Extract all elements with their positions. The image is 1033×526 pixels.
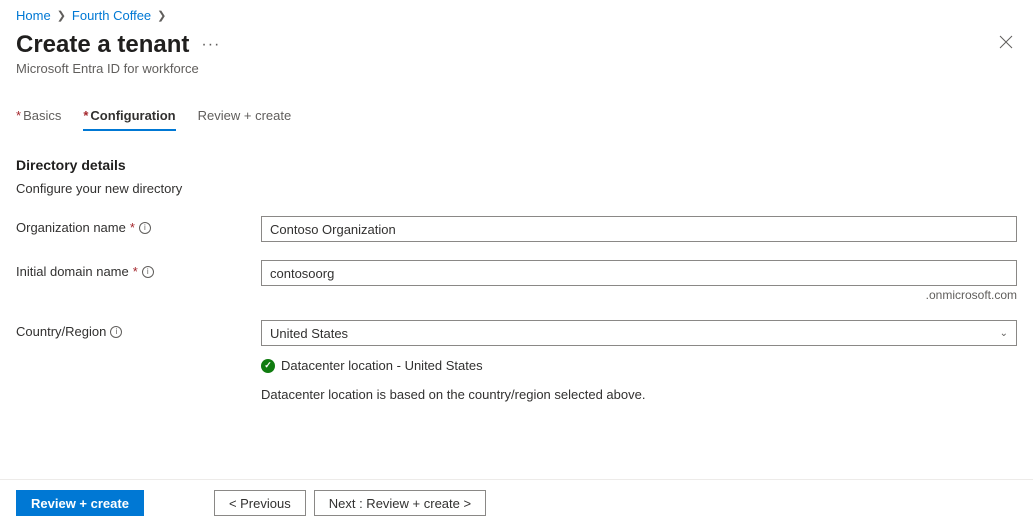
directory-details-section: Directory details Configure your new dir…	[16, 157, 1017, 402]
breadcrumb-parent[interactable]: Fourth Coffee	[72, 8, 151, 23]
domain-suffix: .onmicrosoft.com	[261, 288, 1017, 302]
datacenter-status: ✓ Datacenter location - United States	[261, 358, 1017, 373]
title-block: Create a tenant ··· Microsoft Entra ID f…	[16, 31, 220, 76]
footer: Review + create < Previous Next : Review…	[0, 479, 1033, 526]
page-subtitle: Microsoft Entra ID for workforce	[16, 61, 220, 76]
tab-review[interactable]: Review + create	[198, 108, 292, 131]
more-actions-button[interactable]: ···	[201, 36, 220, 54]
breadcrumb-home[interactable]: Home	[16, 8, 51, 23]
initial-domain-input[interactable]	[261, 260, 1017, 286]
organization-name-label: Organization name * i	[16, 216, 261, 235]
section-title: Directory details	[16, 157, 1017, 173]
info-icon[interactable]: i	[142, 266, 154, 278]
datacenter-note: Datacenter location is based on the coun…	[261, 387, 1017, 402]
breadcrumb: Home ❯ Fourth Coffee ❯	[16, 8, 1017, 23]
organization-name-input[interactable]	[261, 216, 1017, 242]
section-description: Configure your new directory	[16, 181, 1017, 196]
field-initial-domain: Initial domain name * i .onmicrosoft.com	[16, 260, 1017, 302]
datacenter-location-text: Datacenter location - United States	[281, 358, 483, 373]
header: Create a tenant ··· Microsoft Entra ID f…	[16, 31, 1017, 76]
chevron-right-icon: ❯	[157, 9, 166, 22]
page-title: Create a tenant	[16, 31, 189, 59]
chevron-right-icon: ❯	[57, 9, 66, 22]
close-icon	[999, 35, 1013, 49]
country-region-value: United States	[270, 326, 348, 341]
info-icon[interactable]: i	[110, 326, 122, 338]
chevron-down-icon: ⌄	[1000, 328, 1008, 339]
check-icon: ✓	[261, 359, 275, 373]
field-country-region: Country/Region i United States ⌄ ✓ Datac…	[16, 320, 1017, 402]
next-button[interactable]: Next : Review + create >	[314, 490, 486, 516]
initial-domain-label: Initial domain name * i	[16, 260, 261, 279]
info-icon[interactable]: i	[139, 222, 151, 234]
previous-button[interactable]: < Previous	[214, 490, 306, 516]
tab-basics[interactable]: *Basics	[16, 108, 61, 131]
country-region-select[interactable]: United States ⌄	[261, 320, 1017, 346]
close-button[interactable]	[995, 31, 1017, 56]
tab-configuration[interactable]: *Configuration	[83, 108, 175, 131]
tabs: *Basics *Configuration Review + create	[16, 108, 1017, 131]
field-organization-name: Organization name * i	[16, 216, 1017, 242]
country-region-label: Country/Region i	[16, 320, 261, 339]
review-create-button[interactable]: Review + create	[16, 490, 144, 516]
